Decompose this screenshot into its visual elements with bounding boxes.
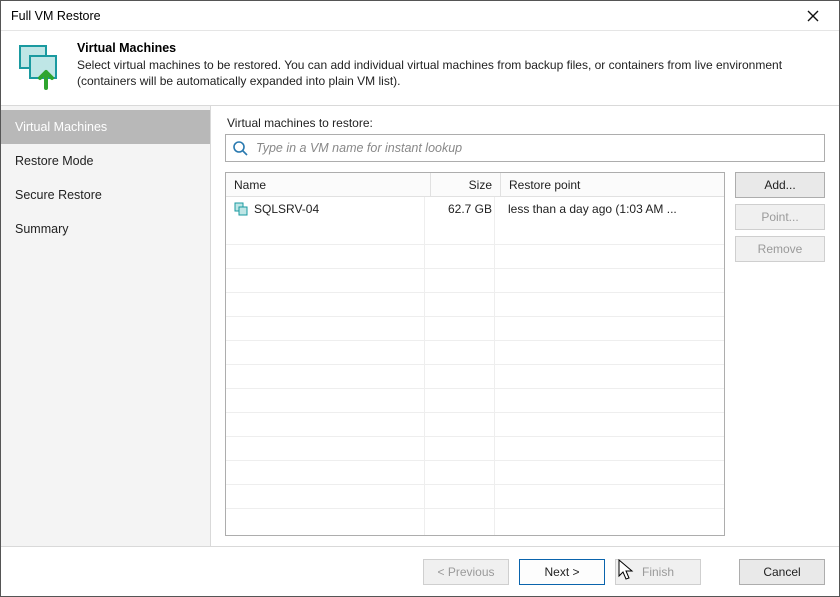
side-buttons: Add... Point... Remove: [735, 172, 825, 536]
banner-title: Virtual Machines: [77, 41, 825, 55]
wizard-window: Full VM Restore Virtual Machines Select …: [0, 0, 840, 597]
sidebar-item-restore-mode[interactable]: Restore Mode: [1, 144, 210, 178]
add-button[interactable]: Add...: [735, 172, 825, 198]
column-header-size[interactable]: Size: [430, 173, 500, 196]
search-input[interactable]: [254, 135, 818, 161]
point-button: Point...: [735, 204, 825, 230]
cell-name: SQLSRV-04: [254, 202, 319, 216]
vm-grid: Name Size Restore point: [225, 172, 725, 536]
table-row[interactable]: SQLSRV-04 62.7 GB less than a day ago (1…: [226, 197, 724, 221]
column-header-name[interactable]: Name: [226, 173, 430, 196]
remove-button: Remove: [735, 236, 825, 262]
sidebar-item-label: Summary: [15, 222, 68, 236]
sidebar-item-summary[interactable]: Summary: [1, 212, 210, 246]
banner: Virtual Machines Select virtual machines…: [1, 31, 839, 106]
grid-area: Name Size Restore point: [225, 172, 825, 536]
cell-size: 62.7 GB: [430, 197, 500, 221]
vm-restore-icon: [16, 42, 64, 90]
sidebar-item-virtual-machines[interactable]: Virtual Machines: [1, 110, 210, 144]
search-box[interactable]: [225, 134, 825, 162]
window-title: Full VM Restore: [11, 9, 795, 23]
next-button[interactable]: Next >: [519, 559, 605, 585]
titlebar: Full VM Restore: [1, 1, 839, 31]
banner-description: Select virtual machines to be restored. …: [77, 57, 825, 89]
grid-body[interactable]: SQLSRV-04 62.7 GB less than a day ago (1…: [226, 197, 724, 535]
main-panel: Virtual machines to restore: Name Size R…: [211, 106, 839, 546]
wizard-footer: < Previous Next > Finish Cancel: [1, 546, 839, 596]
wizard-sidebar: Virtual Machines Restore Mode Secure Res…: [1, 106, 211, 546]
cancel-button[interactable]: Cancel: [739, 559, 825, 585]
search-icon: [232, 140, 248, 156]
sidebar-item-label: Secure Restore: [15, 188, 102, 202]
body: Virtual Machines Restore Mode Secure Res…: [1, 106, 839, 546]
banner-icon: [15, 41, 65, 91]
previous-button: < Previous: [423, 559, 509, 585]
window-close-button[interactable]: [795, 2, 831, 30]
sidebar-item-secure-restore[interactable]: Secure Restore: [1, 178, 210, 212]
finish-button: Finish: [615, 559, 701, 585]
grid-header: Name Size Restore point: [226, 173, 724, 197]
close-icon: [807, 10, 819, 22]
banner-text: Virtual Machines Select virtual machines…: [77, 41, 825, 89]
column-header-restore-point[interactable]: Restore point: [500, 173, 724, 196]
vm-icon: [234, 202, 248, 216]
sidebar-item-label: Restore Mode: [15, 154, 94, 168]
cell-restore-point: less than a day ago (1:03 AM ...: [500, 197, 724, 221]
section-label: Virtual machines to restore:: [227, 116, 825, 130]
sidebar-item-label: Virtual Machines: [15, 120, 107, 134]
